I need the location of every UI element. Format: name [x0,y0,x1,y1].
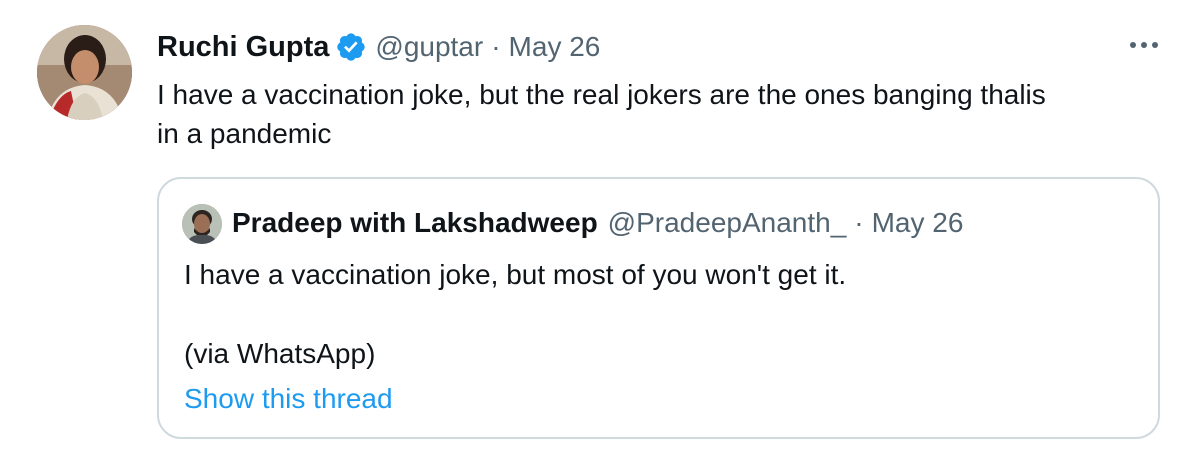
tweet-text-line: in a pandemic [157,118,332,149]
quoted-tweet-date[interactable]: May 26 [872,207,964,239]
more-horizontal-icon [1130,42,1158,48]
author-photo [37,25,132,120]
verified-badge-icon [335,31,367,63]
tweet-text: I have a vaccination joke, but the real … [157,75,1167,153]
quoted-author-name[interactable]: Pradeep with Lakshadweep [232,207,598,239]
author-name[interactable]: Ruchi Gupta [157,31,329,64]
author-handle[interactable]: @guptar [375,31,483,63]
show-thread-link[interactable]: Show this thread [184,379,393,419]
quoted-tweet[interactable]: Pradeep with Lakshadweep @PradeepAnanth_… [157,177,1160,439]
separator-dot: · [854,207,864,238]
quoted-tweet-text: I have a vaccination joke, but most of y… [184,259,847,290]
quoted-tweet-text: (via WhatsApp) [184,338,376,369]
tweet-date[interactable]: May 26 [509,31,601,63]
quoted-author-handle[interactable]: @PradeepAnanth_ [608,207,847,239]
quoted-tweet-header: Pradeep with Lakshadweep @PradeepAnanth_… [232,202,963,244]
tweet: Ruchi Gupta @guptar · May 26 I have a va… [0,0,1200,465]
separator-dot: · [491,31,501,62]
tweet-header: Ruchi Gupta @guptar · May 26 [157,27,600,67]
quoted-avatar[interactable] [182,204,222,244]
quoted-author-photo [182,204,222,244]
avatar[interactable] [37,25,132,120]
tweet-text-line: I have a vaccination joke, but the real … [157,79,1046,110]
more-options-button[interactable] [1124,30,1164,60]
